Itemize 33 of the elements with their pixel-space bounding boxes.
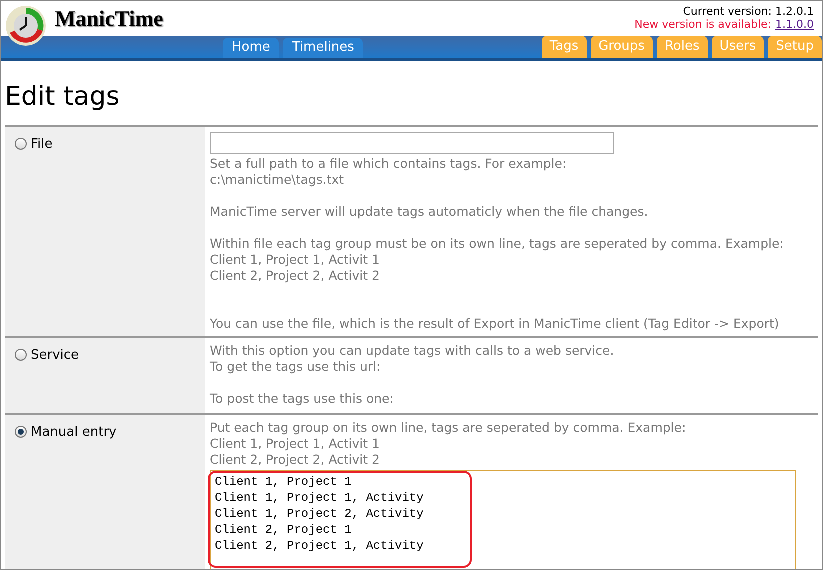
description-text: Client 1, Project 1, Activit 1 <box>210 436 380 452</box>
description-text: To get the tags use this url: <box>210 359 381 375</box>
description-text: To post the tags use this one: <box>210 391 394 407</box>
description-text: ManicTime server will update tags automaticly when the file changes. <box>210 204 648 220</box>
new-version-notice: New version is available: <box>634 18 772 31</box>
description-text: With this option you can update tags with calls to a web service. <box>210 343 614 359</box>
option-label: Manual entry <box>31 424 117 442</box>
brand-name: ManicTime <box>55 4 164 32</box>
description-text: You can use the file, which is the result of Export in ManicTime client (Tag Editor -> Export) <box>210 316 780 332</box>
new-version-link[interactable]: 1.1.0.0 <box>776 18 814 31</box>
option-label: File <box>31 136 53 154</box>
nav-tab[interactable]: Users <box>712 36 764 58</box>
description-text: Put each tag group on its own line, tags are seperated by comma. Example: <box>210 420 686 436</box>
radio-button[interactable] <box>15 138 27 150</box>
nav-tab[interactable]: Timelines <box>283 38 364 58</box>
description-text: c:\manictime\tags.txt <box>210 172 344 188</box>
nav-tab[interactable]: Roles <box>656 36 708 58</box>
option-label: Service <box>31 347 80 365</box>
radio-button[interactable] <box>15 426 27 438</box>
description-text: Set a full path to a file which contains tags. For example: <box>210 156 567 172</box>
page-title: Edit tags <box>4 81 121 114</box>
nav-tab[interactable]: Home <box>223 38 280 58</box>
current-version: Current version: 1.2.0.1 <box>683 5 814 18</box>
description-text: Client 1, Project 1, Activit 1 <box>210 252 380 268</box>
file-path-field[interactable] <box>210 132 614 154</box>
radio-button[interactable] <box>15 349 27 361</box>
nav-tab[interactable]: Groups <box>590 36 653 58</box>
description-text: Client 2, Project 2, Activit 2 <box>210 452 380 468</box>
description-text: Within file each tag group must be on its own line, tags are seperated by comma. Example: <box>210 236 784 252</box>
description-text: Client 2, Project 2, Activit 2 <box>210 268 380 284</box>
tags-text-area[interactable]: Client 1, Project 1 Client 1, Project 1, Activity Client 1, Project 2, Activity Client 2, Project 1 Client 2, Project 1, Activity <box>210 470 796 569</box>
nav-tab[interactable]: Setup <box>768 36 822 58</box>
nav-tab[interactable]: Tags <box>542 36 587 58</box>
